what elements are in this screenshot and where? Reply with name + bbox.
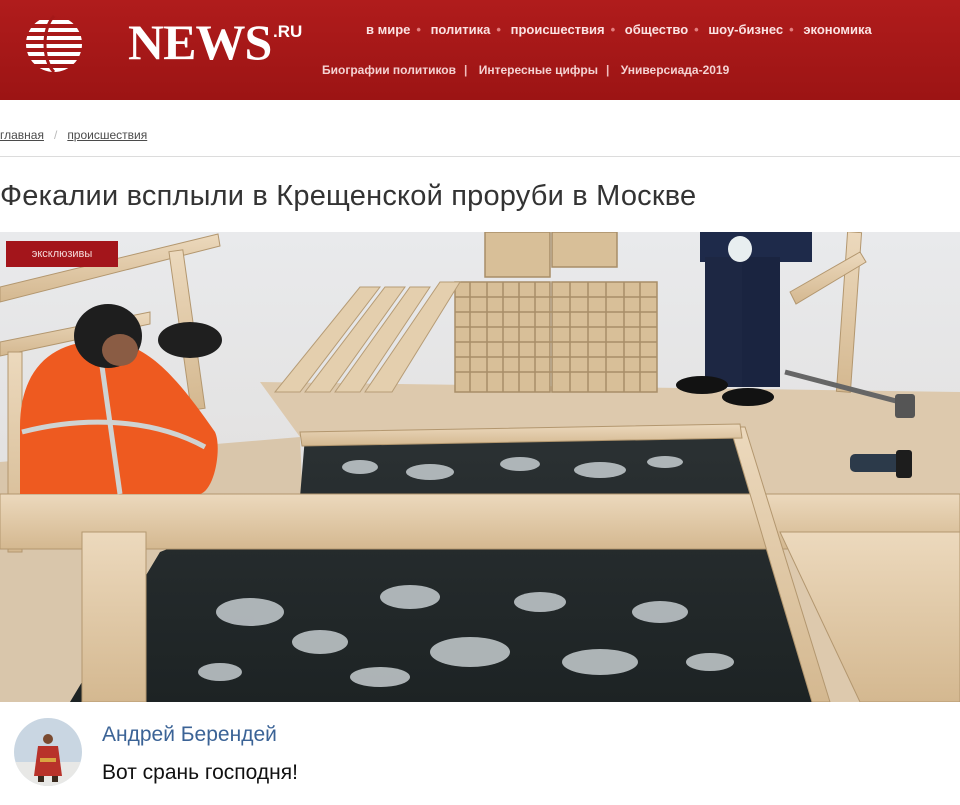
breadcrumb-home[interactable]: главная: [0, 128, 44, 142]
nav-dot: •: [610, 22, 616, 37]
sub-nav: Биографии политиков | Интересные цифры | У…: [322, 63, 729, 77]
article-photo[interactable]: [0, 232, 960, 702]
nav-item-politics[interactable]: политика: [431, 22, 491, 37]
nav-item-society[interactable]: общество: [625, 22, 688, 37]
nav-dot: •: [416, 22, 421, 37]
nav-dot: •: [789, 22, 794, 37]
article-title: Фекалии всплыли в Крещенской проруби в М…: [0, 180, 697, 212]
breadcrumb-divider: [0, 156, 960, 157]
striped-globe-icon[interactable]: [24, 14, 84, 74]
exclusive-badge[interactable]: эксклюзивы: [6, 241, 118, 267]
breadcrumb-incidents[interactable]: происшествия: [67, 128, 147, 142]
subnav-item-politician-bios[interactable]: Биографии политиков: [322, 63, 456, 77]
breadcrumb: главная / происшествия: [0, 128, 147, 142]
subnav-item-universiade[interactable]: Универсиада-2019: [621, 63, 730, 77]
nav-item-world[interactable]: в мире: [366, 22, 410, 37]
site-logo-suffix: .RU: [273, 22, 303, 41]
nav-item-economy[interactable]: экономика: [803, 22, 871, 37]
comment-author[interactable]: Андрей Берендей: [102, 723, 277, 747]
site-header: NEWS .RU в мире • политика • происшествия •…: [0, 0, 960, 100]
ice-hole-photo: [0, 232, 960, 702]
comment: Андрей Берендей Вот срань господня!: [0, 703, 960, 805]
subnav-item-interesting-numbers[interactable]: Интересные цифры: [479, 63, 598, 77]
main-nav: в мире • политика • происшествия • общество…: [366, 22, 872, 37]
nav-item-showbiz[interactable]: шоу-бизнес: [708, 22, 783, 37]
nav-dot: •: [694, 22, 699, 37]
avatar-image: [14, 718, 82, 786]
comment-text: Вот срань господня!: [102, 761, 298, 784]
nav-dot: •: [496, 22, 501, 37]
subnav-divider: |: [464, 63, 468, 77]
user-avatar[interactable]: [14, 718, 82, 786]
nav-item-incidents[interactable]: происшествия: [511, 22, 605, 37]
subnav-divider: |: [606, 63, 610, 77]
breadcrumb-separator: /: [53, 128, 58, 142]
site-logo-text[interactable]: NEWS: [128, 17, 272, 67]
